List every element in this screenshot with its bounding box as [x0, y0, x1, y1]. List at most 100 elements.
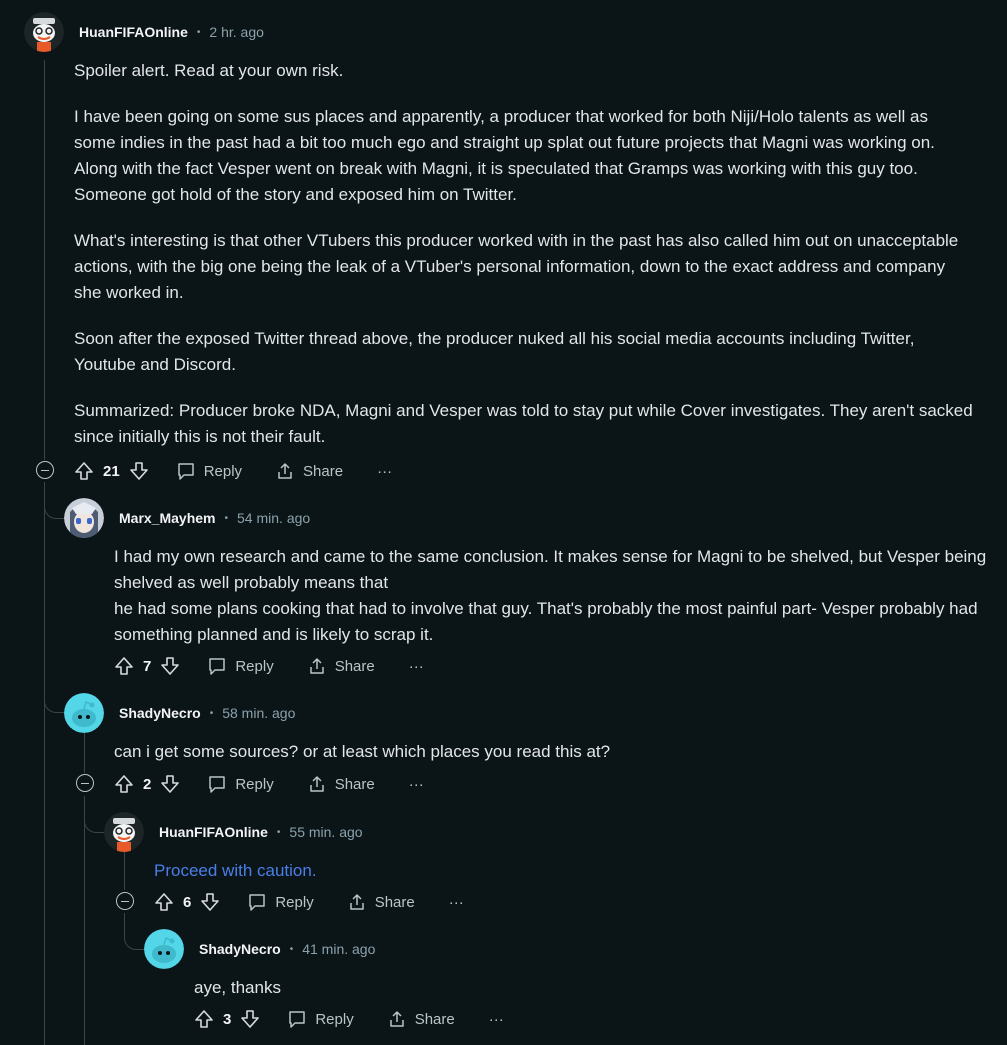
vote-count: 7	[143, 657, 152, 675]
minus-icon	[41, 469, 49, 471]
separator-dot: •	[224, 512, 229, 524]
separator-dot: •	[209, 707, 214, 719]
author-name[interactable]: HuanFIFAOnline	[79, 24, 188, 40]
upvote-icon	[75, 462, 93, 480]
timestamp[interactable]: 54 min. ago	[237, 510, 310, 526]
upvote-button[interactable]	[114, 656, 134, 676]
share-icon	[278, 463, 292, 479]
avatar[interactable]	[104, 812, 144, 852]
comment-icon	[209, 776, 226, 793]
separator-dot: •	[276, 826, 281, 838]
comment-link[interactable]: Proceed with caution.	[154, 861, 317, 880]
upvote-button[interactable]	[114, 774, 134, 794]
comment-meta: ShadyNecro • 58 min. ago	[119, 705, 295, 721]
avatar[interactable]	[24, 12, 64, 52]
author-name[interactable]: HuanFIFAOnline	[159, 824, 268, 840]
downvote-icon	[241, 1010, 260, 1028]
downvote-button[interactable]	[200, 892, 220, 912]
comment-text: can i get some sources? or at least whic…	[114, 742, 611, 761]
share-label: Share	[334, 775, 375, 793]
timestamp[interactable]: 2 hr. ago	[209, 24, 264, 40]
avatar[interactable]	[144, 929, 184, 969]
share-label: Share	[414, 1010, 455, 1028]
comment-paragraph: I have been going on some sus places and…	[74, 107, 935, 204]
more-options-button[interactable]: ···	[489, 1011, 504, 1028]
share-icon	[309, 658, 324, 674]
share-icon	[309, 776, 324, 792]
comment-paragraph: Spoiler alert. Read at your own risk.	[74, 61, 344, 80]
more-options-button[interactable]: ···	[449, 894, 464, 911]
upvote-button[interactable]	[154, 892, 174, 912]
timestamp[interactable]: 41 min. ago	[302, 941, 375, 957]
share-button[interactable]: Share	[275, 461, 343, 481]
share-button[interactable]: Share	[307, 656, 375, 676]
timestamp[interactable]: 55 min. ago	[289, 824, 362, 840]
upvote-icon	[115, 775, 133, 793]
reply-label: Reply	[235, 657, 274, 675]
collapse-button[interactable]	[36, 461, 54, 479]
reply-label: Reply	[235, 775, 274, 793]
share-button[interactable]: Share	[307, 774, 375, 794]
timestamp[interactable]: 58 min. ago	[222, 705, 295, 721]
comment-body: aye, thanks	[194, 975, 994, 1001]
downvote-button[interactable]	[160, 656, 180, 676]
collapse-button[interactable]	[76, 774, 94, 792]
author-name[interactable]: Marx_Mayhem	[119, 510, 216, 526]
thread-line	[124, 850, 125, 890]
minus-icon	[121, 900, 129, 902]
avatar[interactable]	[64, 498, 104, 538]
comment-actions: 3 Reply Share ···	[194, 1005, 504, 1033]
comment-paragraph: Soon after the exposed Twitter thread ab…	[74, 329, 915, 374]
reply-button[interactable]: Reply	[287, 1009, 354, 1029]
separator-dot: •	[196, 26, 201, 38]
comment-icon	[177, 463, 194, 480]
thread-line	[84, 796, 85, 1045]
downvote-button[interactable]	[240, 1009, 260, 1029]
share-button[interactable]: Share	[347, 892, 415, 912]
reply-button[interactable]: Reply	[207, 656, 274, 676]
vote-count: 2	[143, 775, 152, 793]
comment-meta: ShadyNecro • 41 min. ago	[199, 941, 375, 957]
more-options-button[interactable]: ···	[409, 658, 424, 675]
comment-actions: 7 Reply Share ···	[114, 652, 424, 680]
reply-label: Reply	[203, 462, 243, 480]
comment-body: I had my own research and came to the sa…	[114, 544, 994, 648]
minus-icon	[81, 782, 89, 784]
vote-count: 3	[223, 1010, 232, 1028]
upvote-button[interactable]	[74, 461, 94, 481]
comment-line: he had some plans cooking that had to in…	[114, 599, 978, 644]
reply-label: Reply	[315, 1010, 354, 1028]
avatar[interactable]	[64, 693, 104, 733]
thread-line	[84, 733, 85, 773]
author-name[interactable]: ShadyNecro	[199, 941, 281, 957]
comment-meta: HuanFIFAOnline • 55 min. ago	[159, 824, 363, 840]
more-options-button[interactable]: ···	[377, 463, 392, 480]
thread-elbow	[44, 660, 67, 713]
share-label: Share	[334, 657, 375, 675]
reply-label: Reply	[275, 893, 314, 911]
vote-count: 6	[183, 893, 192, 911]
reply-button[interactable]: Reply	[207, 774, 274, 794]
author-name[interactable]: ShadyNecro	[119, 705, 201, 721]
more-options-button[interactable]: ···	[409, 776, 424, 793]
downvote-button[interactable]	[129, 461, 149, 481]
share-button[interactable]: Share	[387, 1009, 455, 1029]
comment-meta: HuanFIFAOnline • 2 hr. ago	[79, 24, 264, 40]
vote-count: 21	[103, 462, 120, 480]
comment-icon	[289, 1011, 306, 1028]
upvote-icon	[115, 657, 133, 675]
upvote-button[interactable]	[194, 1009, 214, 1029]
reply-button[interactable]: Reply	[176, 461, 242, 481]
thread-line	[44, 60, 45, 460]
downvote-icon	[201, 893, 220, 911]
downvote-button[interactable]	[160, 774, 180, 794]
separator-dot: •	[289, 943, 294, 955]
reply-button[interactable]: Reply	[247, 892, 314, 912]
comment-actions: 6 Reply Share ···	[154, 888, 464, 916]
comment-body: can i get some sources? or at least whic…	[114, 739, 994, 765]
thread-line	[44, 482, 45, 1045]
comment-icon	[249, 894, 266, 911]
share-label: Share	[303, 462, 344, 480]
collapse-button[interactable]	[116, 892, 134, 910]
share-label: Share	[374, 893, 415, 911]
